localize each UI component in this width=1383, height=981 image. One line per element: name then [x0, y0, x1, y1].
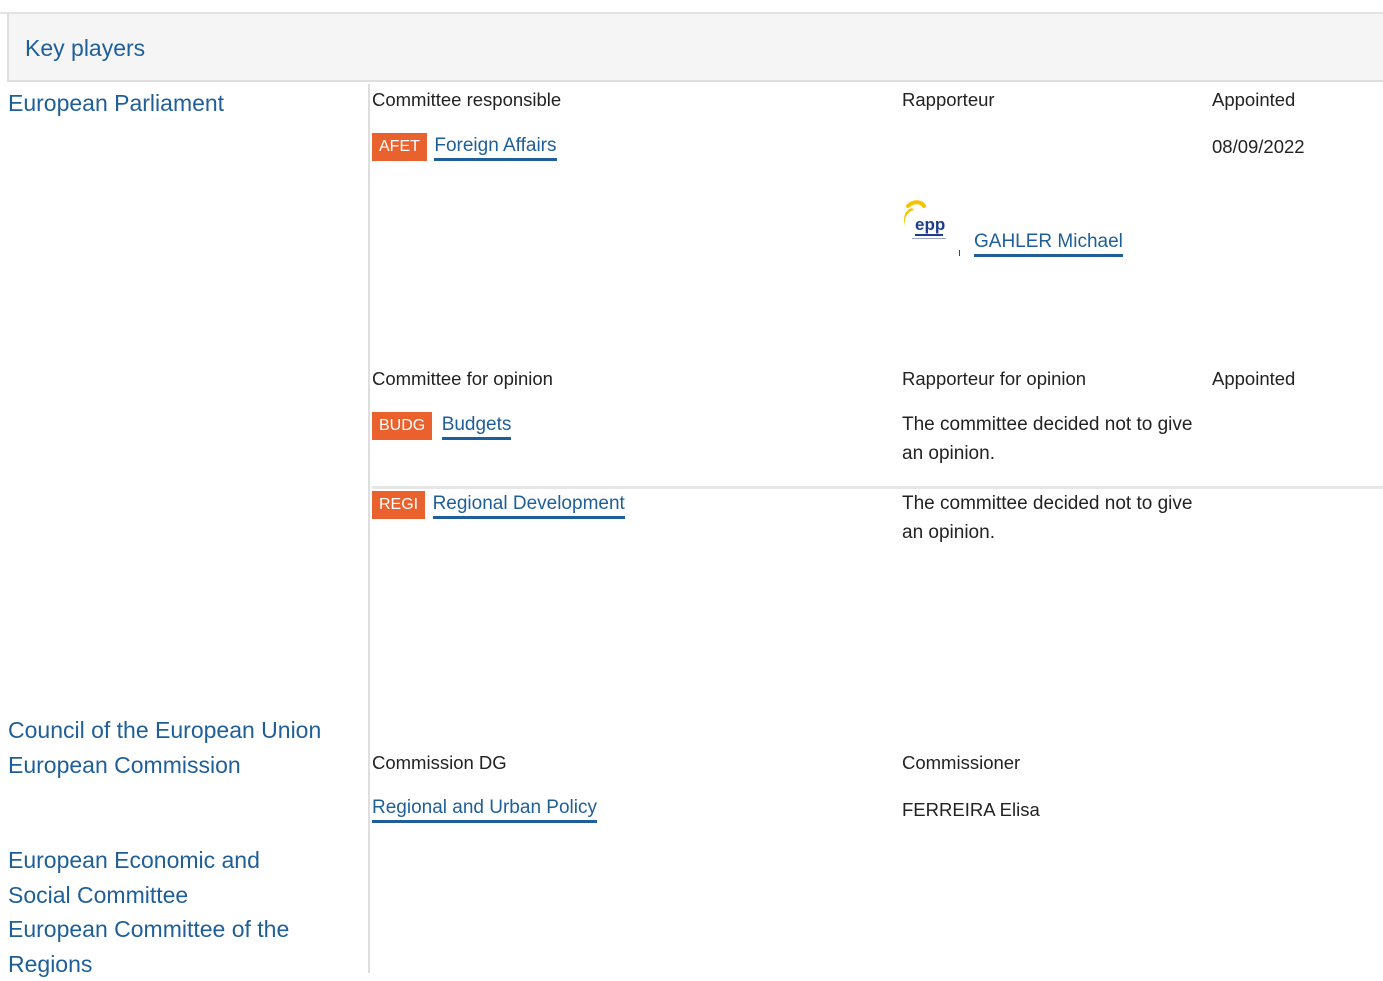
commissioner-name: FERREIRA Elisa — [902, 799, 1040, 821]
key-players-header: Key players — [7, 14, 1383, 82]
committee-badge-budg: BUDG — [372, 412, 432, 440]
col-commissioner: Commissioner — [902, 752, 1020, 774]
commission-dg-row: Regional and Urban Policy — [372, 797, 597, 819]
eesc-line-2: Social Committee — [8, 878, 368, 913]
institutions-panel: European Parliament Council of the Europ… — [0, 84, 370, 973]
dg-link-regional-urban-policy[interactable]: Regional and Urban Policy — [372, 797, 597, 823]
institution-committee-of-regions[interactable]: European Committee of the Regions — [8, 912, 368, 981]
rapporteur-row: GAHLER Michael — [974, 231, 1123, 253]
appointed-date: 08/09/2022 — [1212, 136, 1305, 158]
col-opinion-appointed: Appointed — [1212, 368, 1295, 390]
rapporteur-link-gahler[interactable]: GAHLER Michael — [974, 231, 1123, 257]
eesc-line-1: European Economic and — [8, 843, 368, 878]
regi-opinion-note: The committee decided not to give an opi… — [902, 489, 1202, 547]
institution-council[interactable]: Council of the European Union — [8, 713, 368, 748]
committee-badge-afet: AFET — [372, 133, 427, 161]
cor-line-1: European Committee of the — [8, 912, 368, 947]
col-commission-dg: Commission DG — [372, 752, 507, 774]
committee-link-foreign-affairs[interactable]: Foreign Affairs — [434, 135, 556, 161]
budg-opinion-note: The committee decided not to give an opi… — [902, 410, 1202, 468]
col-committee-responsible: Committee responsible — [372, 89, 561, 111]
institution-eesc[interactable]: European Economic and Social Committee — [8, 843, 368, 912]
col-rapporteur-for-opinion: Rapporteur for opinion — [902, 368, 1086, 390]
epp-logo-text: epp — [915, 215, 945, 234]
committee-link-budgets[interactable]: Budgets — [442, 414, 512, 440]
row-divider — [372, 486, 1383, 489]
committee-link-regional-development[interactable]: Regional Development — [433, 493, 625, 519]
col-committee-for-opinion: Committee for opinion — [372, 368, 553, 390]
committee-regi-row: REGI Regional Development — [372, 491, 625, 519]
committee-afet-row: AFET Foreign Affairs — [372, 133, 557, 161]
committee-budg-row: BUDG Budgets — [372, 412, 511, 440]
section-title: Key players — [25, 35, 145, 62]
cor-line-2: Regions — [8, 947, 368, 981]
col-rapporteur: Rapporteur — [902, 89, 995, 111]
epp-logo-icon: epp — [898, 190, 960, 258]
col-appointed: Appointed — [1212, 89, 1295, 111]
committee-badge-regi: REGI — [372, 491, 425, 519]
institution-european-parliament[interactable]: European Parliament — [8, 86, 368, 121]
institution-european-commission[interactable]: European Commission — [8, 748, 368, 783]
